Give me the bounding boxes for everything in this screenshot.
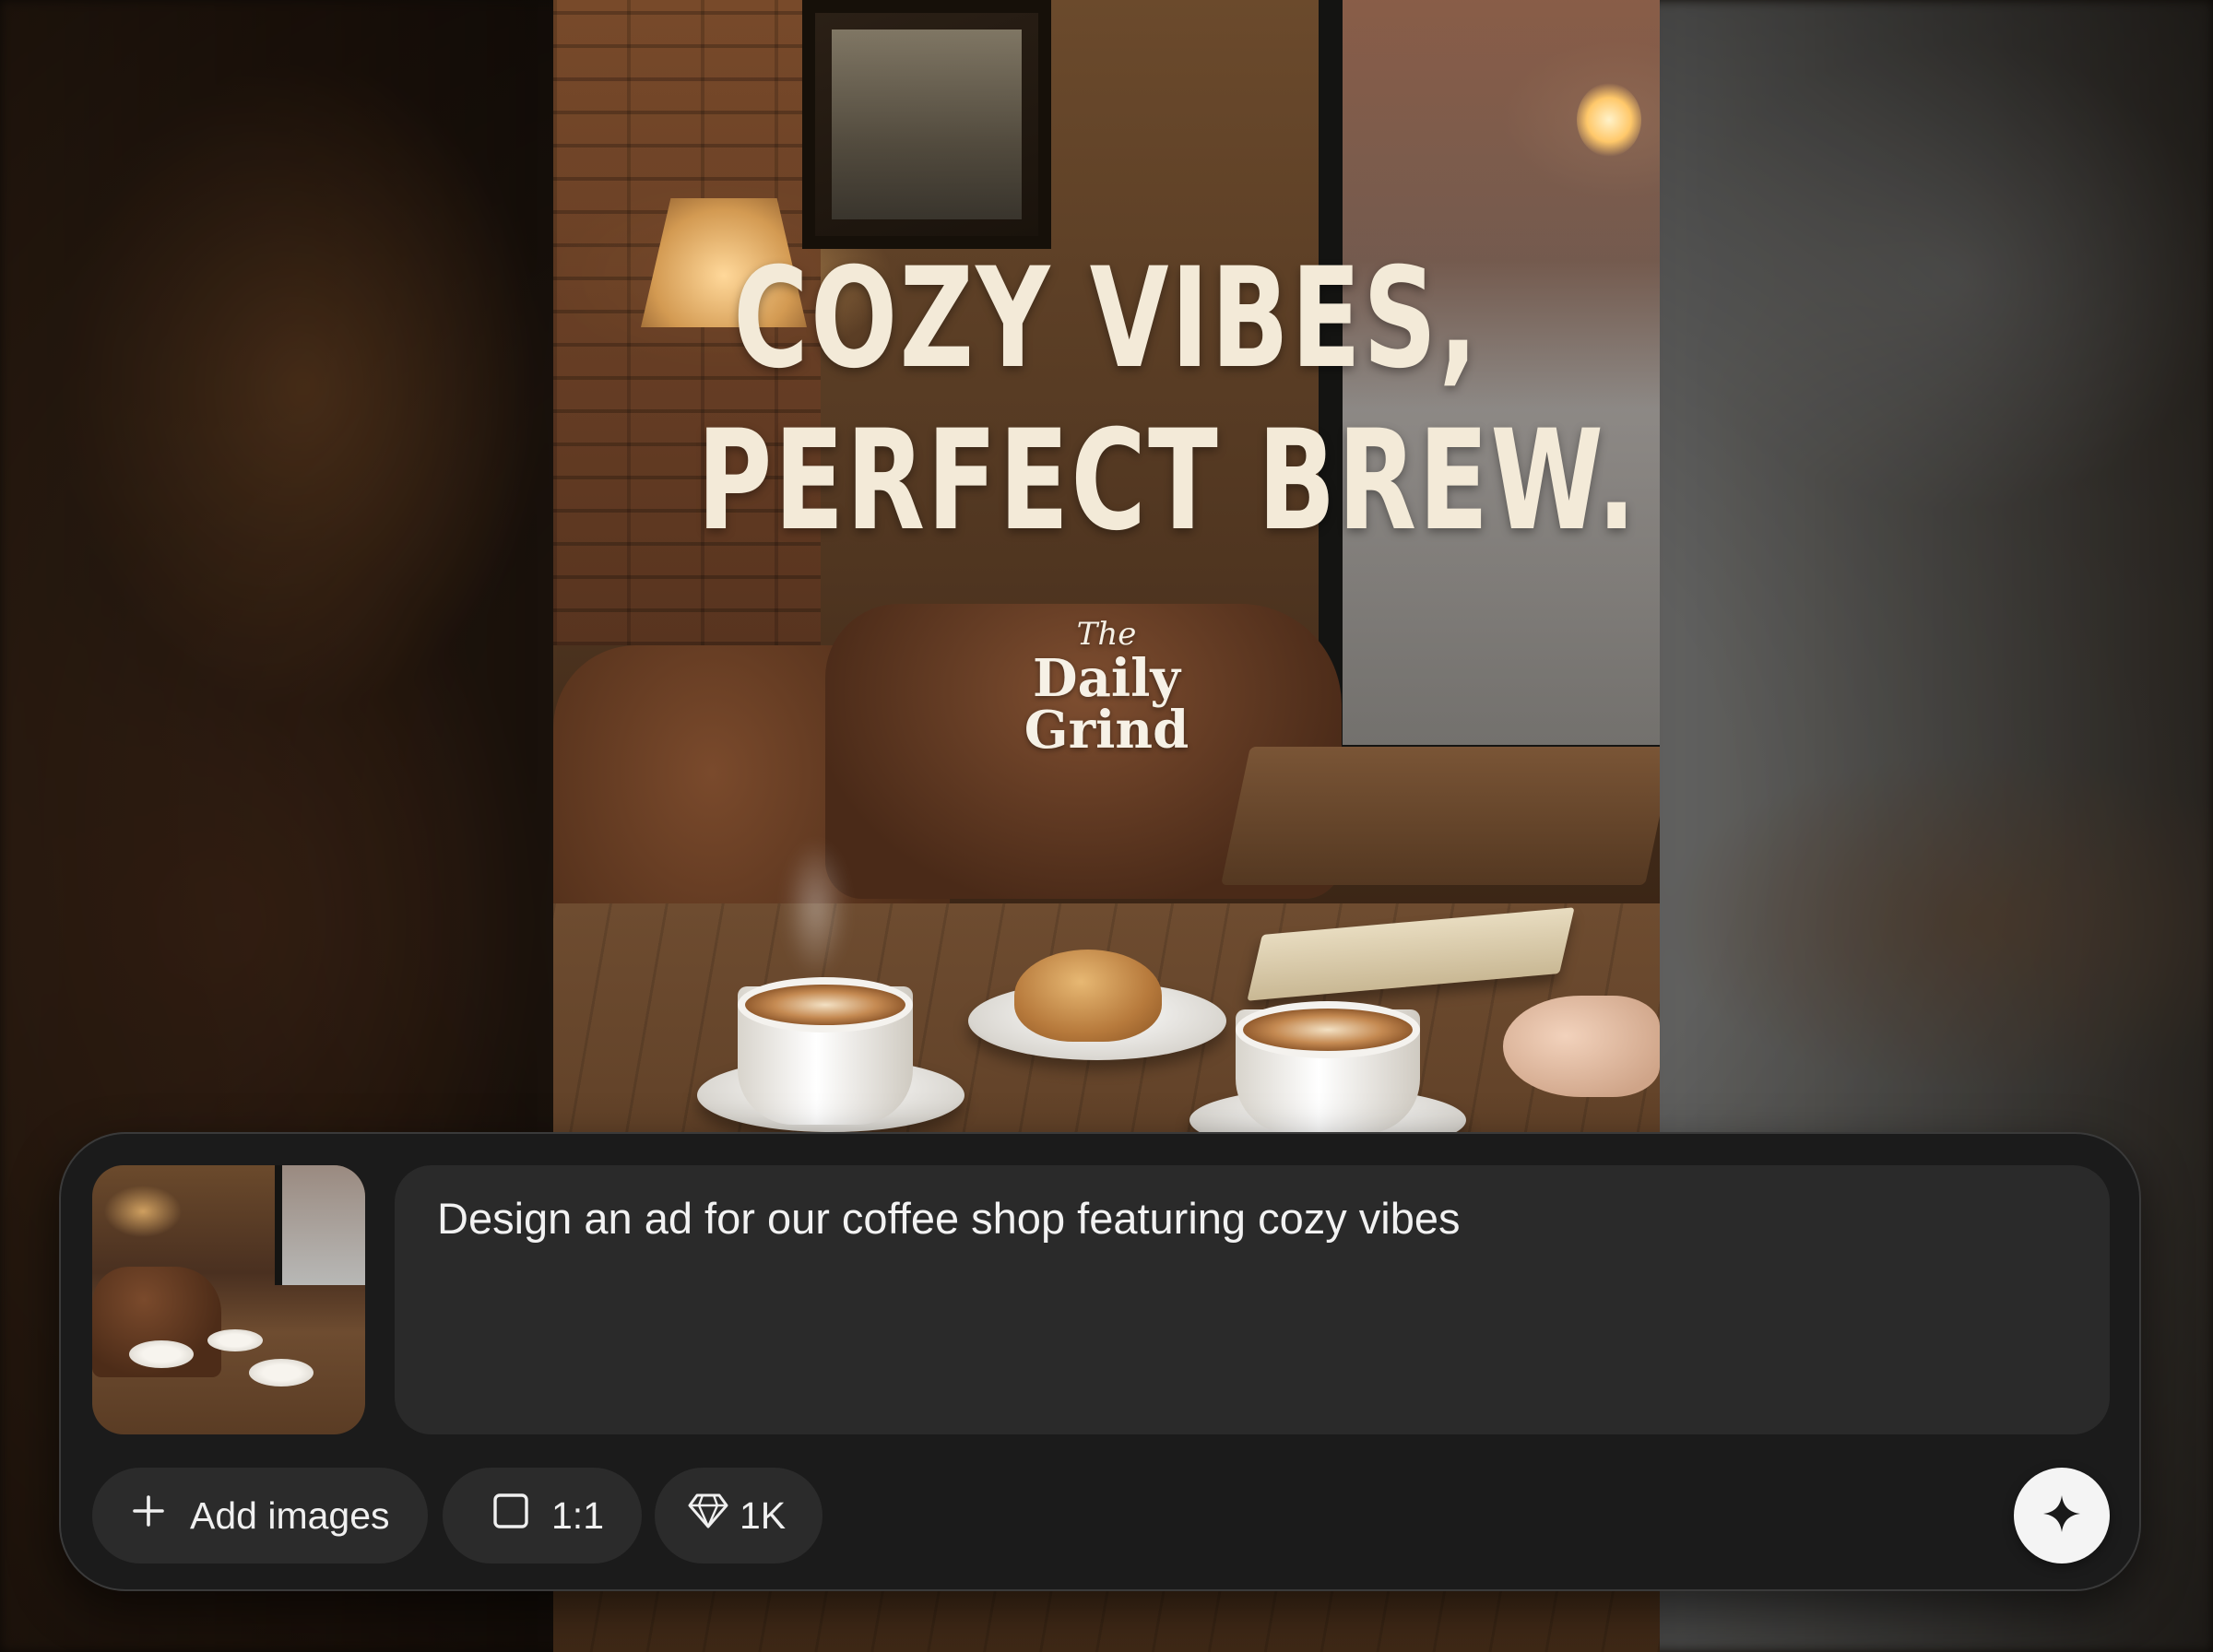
latte-art-right [1236, 1001, 1420, 1058]
thumbnail-window [275, 1165, 365, 1285]
headline-line-1: COZY VIBES, [733, 239, 1480, 399]
square-icon [492, 1493, 529, 1539]
headline-line-2: PERFECT BREW. [697, 401, 1639, 561]
brand-logo: The Daily Grind [553, 616, 1660, 756]
sparkle-icon [2040, 1492, 2084, 1540]
logo-daily: Daily [1033, 648, 1180, 709]
logo-the: The [1076, 616, 1137, 653]
wall-picture-frame [802, 0, 1051, 249]
thumbnail-plate [207, 1329, 263, 1351]
aspect-ratio-label: 1:1 [551, 1493, 604, 1537]
side-table [1221, 747, 1660, 885]
coffee-steam [784, 839, 848, 977]
app-canvas: COZY VIBES, PERFECT BREW. The Daily Grin… [0, 0, 2213, 1652]
logo-grind: Grind [1024, 700, 1189, 761]
plus-icon [131, 1493, 166, 1538]
add-images-label: Add images [190, 1493, 390, 1537]
prompt-input-box[interactable]: Design an ad for our coffee shop featuri… [395, 1165, 2110, 1434]
scone [1014, 950, 1162, 1042]
diamond-icon [688, 1493, 728, 1539]
aspect-ratio-button[interactable]: 1:1 [443, 1468, 642, 1564]
resolution-label: 1K [740, 1493, 787, 1537]
hand-holding-cup [1503, 996, 1660, 1097]
latte-art-left [738, 977, 913, 1032]
framed-photo [832, 30, 1022, 219]
reference-image-thumbnail[interactable] [92, 1165, 365, 1434]
prompt-composer: Design an ad for our coffee shop featuri… [59, 1132, 2141, 1591]
ad-headline: COZY VIBES, PERFECT BREW. [697, 238, 1639, 562]
resolution-button[interactable]: 1K [655, 1468, 822, 1564]
thumbnail-cup [249, 1359, 314, 1386]
prompt-input[interactable]: Design an ad for our coffee shop featuri… [437, 1189, 2067, 1248]
generate-button[interactable] [2014, 1468, 2110, 1564]
street-lamp-glow [1577, 83, 1641, 157]
add-images-button[interactable]: Add images [92, 1468, 428, 1564]
thumbnail-cup [129, 1340, 194, 1368]
